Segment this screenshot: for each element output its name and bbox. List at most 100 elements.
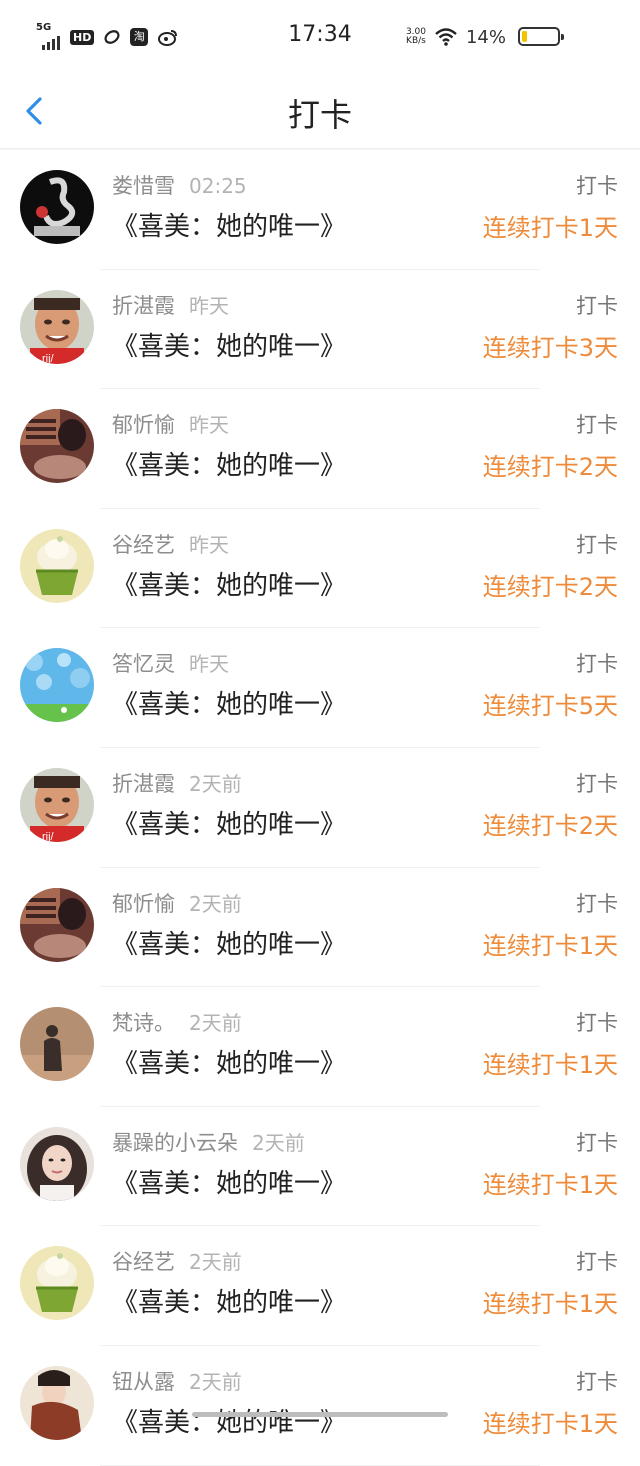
- book-title[interactable]: 《喜美：她的唯一》: [112, 924, 346, 961]
- book-title[interactable]: 《喜美：她的唯一》: [112, 565, 346, 602]
- user-name-line: 郁忻愉 2天前: [112, 888, 242, 918]
- user-name-line: 折湛霞 昨天: [112, 290, 229, 320]
- status-bar: 5G HD 淘 17:34 3.00 KB/s 14%: [0, 0, 640, 70]
- action-label: 打卡: [576, 413, 618, 438]
- book-title[interactable]: 《喜美：她的唯一》: [112, 445, 346, 482]
- user-name[interactable]: 折湛霞: [112, 772, 175, 796]
- user-name-line: 暴躁的小云朵 2天前: [112, 1127, 305, 1157]
- battery-percent: 14%: [465, 26, 506, 48]
- streak-label: 连续打卡1天: [482, 931, 618, 960]
- user-name[interactable]: 娄惜雪: [112, 174, 175, 198]
- streak-label: 连续打卡1天: [482, 1290, 618, 1319]
- user-name-line: 折湛霞 2天前: [112, 768, 242, 798]
- user-name-line: 娄惜雪 02:25: [112, 170, 247, 200]
- user-name[interactable]: 谷经艺: [112, 533, 175, 557]
- streak-label: 连续打卡2天: [482, 811, 618, 840]
- checkin-row[interactable]: 郁忻愉 2天前 打卡《喜美：她的唯一》 连续打卡1天: [0, 868, 640, 988]
- checkin-list: 娄惜雪 02:25 打卡 《喜美：她的唯一》 连续打卡1天 rij/折湛霞 昨天 打卡 《喜美：…: [0, 150, 640, 1466]
- home-indicator[interactable]: [192, 1412, 448, 1417]
- net-speed-unit: KB/s: [406, 36, 426, 46]
- streak-label: 连续打卡1天: [482, 1409, 618, 1438]
- checkin-time: 02:25: [189, 174, 247, 198]
- book-title[interactable]: 《喜美：她的唯一》: [112, 1043, 346, 1080]
- user-name-line: 答忆灵 昨天: [112, 648, 229, 678]
- streak-label: 连续打卡1天: [482, 1170, 618, 1199]
- streak-label: 连续打卡1天: [482, 1051, 618, 1080]
- streak-label: 连续打卡3天: [482, 333, 618, 362]
- streak-label: 连续打卡1天: [482, 214, 618, 242]
- user-name-line: 梵诗。 2天前: [112, 1007, 242, 1037]
- checkin-time: 2天前: [189, 1369, 242, 1394]
- checkin-row[interactable]: 谷经艺 昨天 打卡《喜美：她的唯一》 连续打卡2天: [0, 509, 640, 629]
- checkin-row[interactable]: 答忆灵 昨天 打卡《喜美：她的唯一》 连续打卡5天: [0, 628, 640, 748]
- user-name-line: 谷经艺 2天前: [112, 1246, 242, 1276]
- book-title[interactable]: 《喜美：她的唯一》: [112, 684, 346, 721]
- checkin-row[interactable]: 谷经艺 2天前 打卡 《喜美：她的唯一》 连续打卡1天: [0, 1226, 640, 1346]
- avatar[interactable]: [20, 170, 94, 244]
- user-name[interactable]: 谷经艺: [112, 1250, 175, 1274]
- book-title[interactable]: 《喜美：她的唯一》: [112, 1402, 346, 1439]
- avatar[interactable]: rij/: [20, 289, 94, 364]
- user-name-line: 谷经艺 昨天: [112, 529, 229, 559]
- streak-label: 连续打卡5天: [482, 692, 618, 721]
- book-title[interactable]: 《喜美：她的唯一》: [112, 1282, 346, 1319]
- wifi-icon: [434, 27, 458, 47]
- checkin-time: 昨天: [189, 413, 229, 438]
- book-title[interactable]: 《喜美：她的唯一》: [112, 206, 346, 243]
- user-name[interactable]: 郁忻愉: [112, 413, 175, 437]
- net-speed: 3.00 KB/s: [406, 28, 426, 46]
- checkin-time: 昨天: [189, 293, 229, 318]
- streak-label: 连续打卡2天: [482, 572, 618, 601]
- action-label: 打卡: [576, 891, 618, 916]
- user-name[interactable]: 钮从露: [112, 1370, 175, 1394]
- checkin-row[interactable]: 暴躁的小云朵 2天前 打卡《喜美：她的唯一》 连续打卡1天: [0, 1107, 640, 1227]
- avatar[interactable]: [20, 528, 94, 603]
- action-label: 打卡: [576, 652, 618, 677]
- book-title[interactable]: 《喜美：她的唯一》: [112, 1163, 346, 1200]
- action-label: 打卡: [576, 1130, 618, 1155]
- user-name[interactable]: 梵诗。: [112, 1011, 175, 1035]
- avatar[interactable]: [20, 1126, 94, 1201]
- avatar[interactable]: [20, 648, 94, 723]
- page-title: 打卡: [287, 96, 352, 134]
- checkin-time: 2天前: [252, 1130, 305, 1155]
- checkin-row[interactable]: 郁忻愉 昨天 打卡《喜美：她的唯一》 连续打卡2天: [0, 389, 640, 509]
- checkin-row[interactable]: 娄惜雪 02:25 打卡《喜美：她的唯一》 连续打卡1天: [0, 150, 640, 270]
- battery-icon: [518, 27, 564, 46]
- action-label: 打卡: [576, 532, 618, 557]
- action-label: 打卡: [576, 293, 618, 318]
- status-right: 3.00 KB/s 14%: [406, 24, 506, 50]
- avatar[interactable]: rij/: [20, 767, 94, 842]
- user-name[interactable]: 暴躁的小云朵: [112, 1131, 238, 1155]
- checkin-row[interactable]: 梵诗。 2天前 打卡《喜美：她的唯一》 连续打卡1天: [0, 987, 640, 1107]
- user-name-line: 郁忻愉 昨天: [112, 409, 229, 439]
- nav-header: 打卡: [0, 70, 640, 149]
- book-title[interactable]: 《喜美：她的唯一》: [112, 804, 346, 841]
- checkin-row[interactable]: 钮从露 2天前 打卡《喜美：她的唯一》 连续打卡1天: [0, 1346, 640, 1466]
- action-label: 打卡: [576, 174, 618, 198]
- svg-text:rij/: rij/: [42, 353, 55, 364]
- checkin-time: 昨天: [189, 652, 229, 677]
- checkin-time: 2天前: [189, 1250, 242, 1275]
- avatar[interactable]: [20, 887, 94, 962]
- checkin-time: 2天前: [189, 1011, 242, 1036]
- action-label: 打卡: [576, 1369, 618, 1394]
- book-title[interactable]: 《喜美：她的唯一》: [112, 326, 346, 363]
- svg-text:rij/: rij/: [42, 831, 55, 842]
- checkin-row[interactable]: rij/折湛霞 昨天 打卡《喜美：她的唯一》 连续打卡3天: [0, 270, 640, 390]
- action-label: 打卡: [576, 1011, 618, 1036]
- avatar[interactable]: [20, 409, 94, 484]
- checkin-row[interactable]: rij/折湛霞 2天前 打卡《喜美：她的唯一》 连续打卡2天: [0, 748, 640, 868]
- user-name-line: 钮从露 2天前: [112, 1366, 242, 1396]
- avatar[interactable]: [20, 1365, 94, 1440]
- avatar[interactable]: [20, 1246, 94, 1321]
- avatar[interactable]: [20, 1007, 94, 1082]
- checkin-time: 2天前: [189, 891, 242, 916]
- row-divider: [100, 1464, 540, 1466]
- action-label: 打卡: [576, 771, 618, 796]
- checkin-time: 2天前: [189, 771, 242, 796]
- user-name[interactable]: 郁忻愉: [112, 892, 175, 916]
- user-name[interactable]: 答忆灵: [112, 652, 175, 676]
- user-name[interactable]: 折湛霞: [112, 294, 175, 318]
- streak-label: 连续打卡2天: [482, 453, 618, 482]
